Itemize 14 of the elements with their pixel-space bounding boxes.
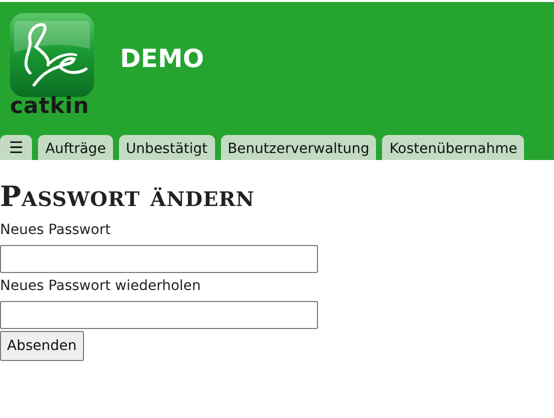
nav-tab[interactable]: Benutzerverwaltung (220, 135, 376, 160)
field-label: Neues Passwort (0, 221, 112, 240)
password-field[interactable] (0, 301, 318, 329)
site-title: DEMO (120, 43, 204, 75)
nav-tab[interactable]: Aufträge (38, 135, 113, 160)
field-label: Neues Passwort wiederholen (0, 277, 202, 296)
logo-icon (10, 13, 94, 97)
password-field[interactable] (0, 245, 318, 273)
page-heading: Passwort ändern (0, 180, 256, 214)
nav-tab[interactable]: Unbestätigt (118, 135, 215, 160)
logo-text: catkin (10, 95, 90, 119)
menu-button[interactable]: ☰ (0, 135, 32, 160)
submit-button[interactable]: Absenden (0, 331, 84, 361)
nav-tab[interactable]: Kostenübernahme (382, 135, 524, 160)
